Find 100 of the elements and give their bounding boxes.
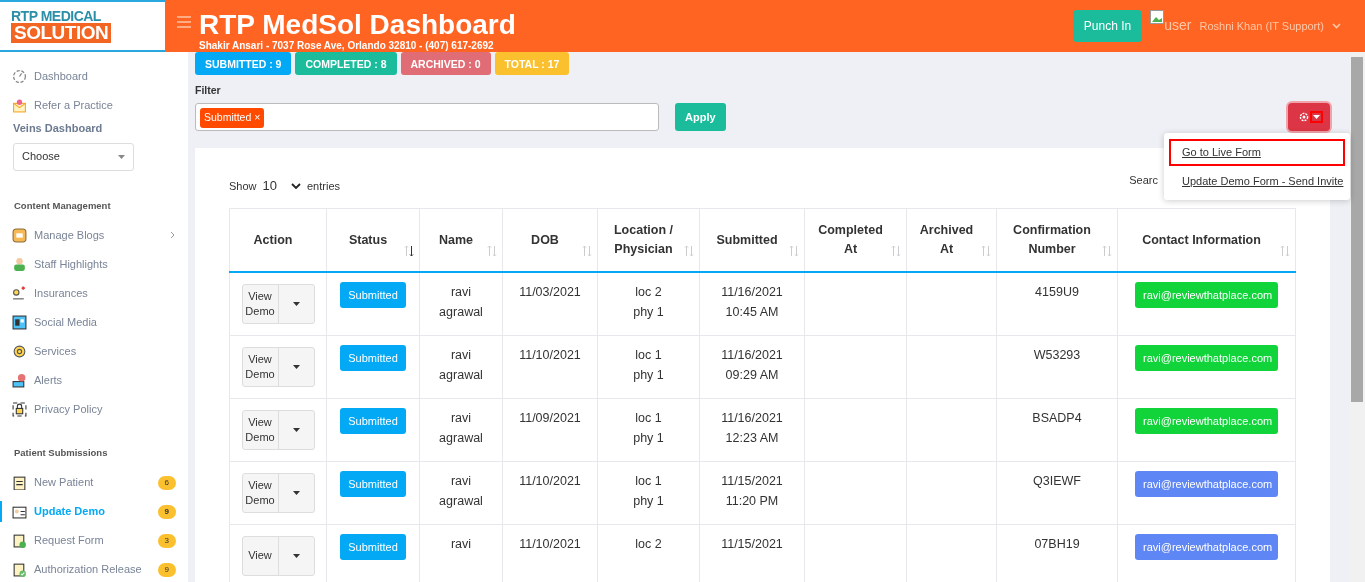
email-button[interactable]: ravi@reviewthatplace.com: [1135, 470, 1278, 497]
sidebar-item[interactable]: Manage Blogs: [0, 220, 188, 250]
alert-icon: [12, 372, 27, 388]
sidebar-item[interactable]: Update Demo 9: [0, 497, 188, 526]
column-header[interactable]: Confirmation Number: [996, 208, 1118, 273]
count-badge: 9: [157, 504, 176, 519]
caret-icon: [292, 490, 300, 495]
table-cell: ravi agrawal: [439, 347, 483, 382]
table-cell: ravi: [450, 536, 472, 551]
caret-icon: [292, 364, 300, 369]
sidebar-item[interactable]: Request Form 3: [0, 526, 188, 555]
punch-in-button[interactable]: Punch In: [1072, 10, 1143, 42]
avatar-alt-text: user: [1164, 16, 1192, 35]
table-cell: Q3IEWF: [1033, 473, 1081, 488]
count-tab[interactable]: SUBMITTED : 9: [195, 52, 292, 75]
view-demo-button[interactable]: View Demo: [241, 346, 315, 387]
column-header[interactable]: Location / Physician: [597, 208, 700, 273]
sidebar-item[interactable]: Alerts: [0, 365, 188, 395]
chevron-down-icon[interactable]: [1332, 23, 1341, 29]
caret-icon: [118, 154, 125, 159]
browser-icon: [12, 314, 27, 330]
logo-text: SOLUTION: [11, 23, 112, 43]
menu-item[interactable]: Update Demo Form - Send Invite: [1164, 166, 1350, 195]
settings-icon: [1297, 111, 1310, 123]
count-badge: 9: [157, 562, 176, 577]
clipboard-icon: [12, 533, 27, 548]
table-cell: 11/03/2021: [519, 285, 581, 300]
coin-icon: [12, 343, 27, 359]
chevron-down-icon: [291, 183, 301, 189]
count-tab[interactable]: COMPLETED : 8: [295, 52, 397, 75]
view-demo-button[interactable]: View: [241, 535, 315, 576]
table-cell: W53293: [1033, 347, 1081, 362]
user-name[interactable]: Roshni Khan (IT Support): [1199, 17, 1324, 35]
people-icon: [12, 285, 27, 301]
view-demo-button[interactable]: View Demo: [241, 472, 315, 513]
status-badge[interactable]: Submitted: [340, 407, 406, 434]
filter-label: Filter: [195, 83, 222, 98]
remove-tag-button[interactable]: ×: [254, 111, 261, 123]
face-icon: [12, 227, 27, 243]
table-cell: 11/16/2021 09:29 AM: [721, 347, 783, 382]
id-card-icon: [12, 504, 27, 519]
filter-field[interactable]: Submitted ×: [195, 103, 659, 131]
section-heading: Patient Submissions: [13, 445, 109, 460]
scrollbar[interactable]: [1350, 52, 1365, 582]
menu-item[interactable]: Go to Live Form: [1168, 138, 1346, 167]
apply-button[interactable]: Apply: [675, 102, 726, 132]
email-button[interactable]: ravi@reviewthatplace.com: [1135, 533, 1278, 560]
table-cell: loc 1 phy 1: [633, 473, 664, 508]
table-cell: ravi agrawal: [439, 473, 483, 508]
table-cell: 11/09/2021: [519, 410, 581, 425]
column-header[interactable]: Contact Information: [1117, 208, 1296, 273]
sidebar-item[interactable]: Dashboard: [0, 62, 188, 91]
dashboard-title: RTP MedSol Dashboard: [199, 10, 516, 40]
sidebar-item[interactable]: Services: [0, 336, 188, 366]
caret-icon: [1311, 113, 1321, 121]
menu-icon[interactable]: [177, 16, 191, 28]
table-cell: 11/15/2021: [721, 536, 783, 551]
sidebar-item[interactable]: Refer a Practice: [0, 91, 188, 120]
gauge-icon: [12, 69, 27, 84]
table-cell: 11/10/2021: [519, 347, 581, 362]
table-cell: loc 2 phy 1: [633, 285, 664, 320]
sidebar-item[interactable]: Authorization Release 9: [0, 555, 188, 582]
view-demo-button[interactable]: View Demo: [241, 284, 315, 325]
caret-icon: [292, 302, 300, 307]
table-cell: ravi agrawal: [439, 410, 483, 445]
status-badge[interactable]: Submitted: [340, 533, 406, 560]
status-badge[interactable]: Submitted: [340, 344, 406, 371]
table-cell: BSADP4: [1032, 410, 1082, 425]
column-header[interactable]: Archived At: [906, 208, 997, 273]
settings-dropdown-button[interactable]: [1288, 103, 1330, 131]
entries-label: entries: [307, 178, 341, 194]
count-badge: 3: [157, 533, 176, 548]
section-heading: Content Management: [13, 198, 112, 213]
table-cell: 07BH19: [1034, 536, 1080, 551]
sidebar-item[interactable]: Staff Highlights: [0, 249, 188, 279]
column-header[interactable]: Name: [419, 208, 503, 273]
sidebar-item[interactable]: Privacy Policy: [0, 394, 188, 424]
view-demo-button[interactable]: View Demo: [241, 409, 315, 450]
status-badge[interactable]: Submitted: [340, 282, 406, 309]
section-heading: Veins Dashboard: [12, 121, 104, 136]
search-label: Searc: [1129, 172, 1158, 188]
column-header[interactable]: DOB: [502, 208, 598, 273]
dashboard-select[interactable]: Choose: [13, 142, 134, 171]
column-header[interactable]: Completed At: [804, 208, 907, 273]
filter-tag: Submitted ×: [200, 108, 265, 128]
sort-icon[interactable]: [404, 245, 414, 258]
table-cell: 11/16/2021 10:45 AM: [721, 285, 783, 320]
table-cell: 11/16/2021 12:23 AM: [721, 410, 783, 445]
page-size-select[interactable]: 10: [260, 176, 303, 196]
person-icon: [12, 256, 27, 272]
sidebar-item[interactable]: Insurances: [0, 278, 188, 308]
column-header[interactable]: Submitted: [699, 208, 805, 273]
column-header: Action: [229, 208, 327, 273]
column-header[interactable]: Status: [326, 208, 420, 273]
sidebar-item[interactable]: New Patient 6: [0, 468, 188, 497]
address-text: Shakir Ansari - 7037 Rose Ave, Orlando 32810 - (407) 617-2692: [199, 40, 495, 52]
status-badge[interactable]: Submitted: [340, 470, 406, 497]
count-tab[interactable]: ARCHIVED : 0: [400, 52, 491, 75]
sidebar-item[interactable]: Social Media: [0, 307, 188, 337]
table-cell: 11/10/2021: [519, 473, 581, 488]
